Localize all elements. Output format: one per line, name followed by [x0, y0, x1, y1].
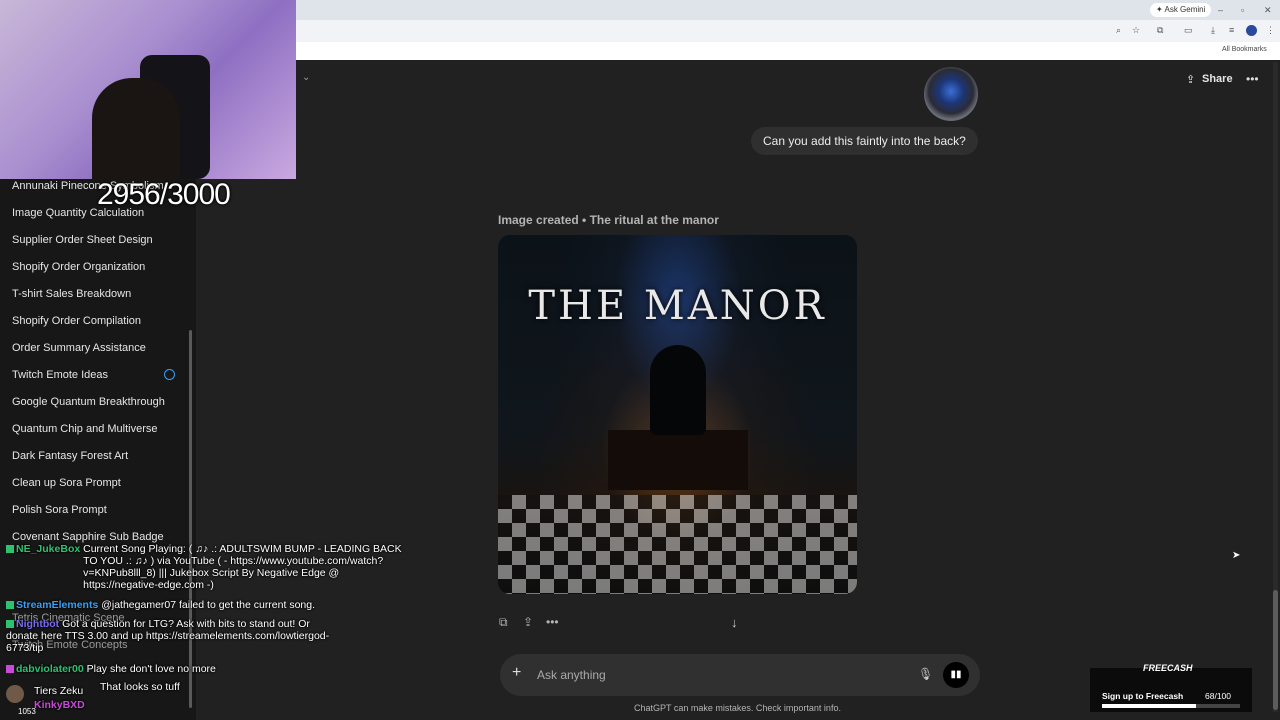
download-icon[interactable]: ⤓ [1211, 25, 1215, 36]
chat-message: dabviolater00 Play she don't love no mor… [6, 663, 216, 675]
chat-badge-icon [6, 545, 14, 554]
mouse-cursor-icon: ➤ [1232, 550, 1241, 561]
chat-username: dabviolater00 [16, 663, 84, 675]
chat-username: KinkyBXD [34, 699, 85, 711]
chat-message: That looks so tuff [100, 681, 180, 693]
composer-input[interactable]: Ask anything [537, 668, 606, 682]
profile-avatar[interactable] [1246, 25, 1257, 36]
share-button[interactable]: Share [1202, 73, 1233, 85]
disclaimer: ChatGPT can make mistakes. Check importa… [634, 703, 841, 713]
chat-text: @jathegamer07 failed to get the current … [101, 599, 316, 611]
chat-extra: Tiers Zeku [34, 685, 84, 697]
freecash-logo: FREECASH [1143, 663, 1193, 673]
chevron-down-icon[interactable]: ⌄ [302, 72, 310, 83]
chrome-menu-icon[interactable]: ⋮ [1266, 25, 1275, 36]
freecash-signup-text: Sign up to Freecash [1102, 691, 1184, 701]
restore-icon[interactable]: ▫ [1241, 3, 1244, 17]
chat-badge-icon [6, 601, 14, 610]
more-options-icon[interactable]: ••• [1246, 72, 1259, 86]
scroll-down-icon[interactable]: ↓ [731, 615, 738, 630]
image-hooded-figure [650, 345, 706, 435]
chat-username: NE_JukeBox [16, 543, 81, 555]
freecash-progress-fill [1102, 704, 1196, 708]
share-image-icon[interactable]: ⇪ [523, 615, 533, 629]
webcam-overlay [0, 0, 296, 179]
sidebar-item-google-quantum[interactable]: Google Quantum Breakthrough [12, 396, 165, 408]
minimize-icon[interactable]: – [1218, 3, 1223, 17]
chat-message: Nightbot Got a question for LTG? Ask wit… [6, 618, 341, 654]
chat-text: That looks so tuff [100, 681, 180, 693]
copy-icon[interactable]: ⧉ [499, 615, 508, 630]
chat-message: NE_JukeBox Current Song Playing: ( ♫♪ .:… [6, 543, 413, 591]
more-actions-icon[interactable]: ••• [546, 615, 559, 629]
loading-spinner-icon [164, 369, 175, 380]
webcam-person [92, 78, 180, 179]
chat-viewer-count: 1053 [18, 707, 36, 716]
sidebar-item-covenant-sapphire[interactable]: Covenant Sapphire Sub Badge [12, 531, 164, 543]
microphone-icon[interactable]: 🎙 [918, 667, 933, 681]
sidebar-item-order-summary[interactable]: Order Summary Assistance [12, 342, 146, 354]
voice-mode-button[interactable]: ▮▮ [943, 662, 969, 688]
chat-text: Play she don't love no more [86, 663, 216, 675]
attached-image-thumbnail[interactable] [924, 67, 978, 121]
chat-username: StreamElements [16, 599, 99, 611]
chat-message: StreamElements @jathegamer07 failed to g… [6, 599, 315, 611]
generated-image[interactable]: THE MANOR [498, 235, 857, 594]
stream-counter: 2956/3000 [97, 178, 231, 211]
image-caption: Image created • The ritual at the manor [498, 213, 719, 227]
sidebar-item-shopify-compilation[interactable]: Shopify Order Compilation [12, 315, 141, 327]
sidebar-item-tshirt-sales[interactable]: T-shirt Sales Breakdown [12, 288, 131, 300]
plus-icon[interactable]: + [512, 664, 521, 682]
split-view-icon[interactable]: ▭ [1184, 25, 1193, 36]
sidebar-item-dark-fantasy[interactable]: Dark Fantasy Forest Art [12, 450, 128, 462]
main-scrollbar-thumb[interactable] [1273, 590, 1278, 710]
freecash-progress-text: 68/100 [1205, 691, 1231, 701]
media-icon[interactable]: ≡ [1229, 25, 1234, 35]
close-icon[interactable]: ✕ [1264, 3, 1272, 17]
ask-gemini-button[interactable]: ✦ Ask Gemini [1150, 3, 1212, 17]
bookmark-star-icon[interactable]: ☆ [1132, 25, 1140, 36]
chat-badge-icon [6, 620, 14, 629]
extensions-icon[interactable]: ⧉ [1157, 25, 1163, 36]
chat-username: Nightbot [16, 618, 60, 630]
sidebar-item-polish-sora[interactable]: Polish Sora Prompt [12, 504, 107, 516]
image-altar [608, 430, 748, 490]
sidebar-item-clean-sora[interactable]: Clean up Sora Prompt [12, 477, 121, 489]
sidebar-item-quantum-chip[interactable]: Quantum Chip and Multiverse [12, 423, 158, 435]
image-floor [498, 495, 857, 594]
sidebar-item-supplier-order[interactable]: Supplier Order Sheet Design [12, 234, 153, 246]
chat-badge-icon [6, 665, 14, 674]
share-icon[interactable]: ⇪ [1186, 73, 1195, 86]
user-message: Can you add this faintly into the back? [751, 127, 978, 155]
all-bookmarks-link[interactable]: All Bookmarks [1222, 44, 1267, 56]
sidebar-item-twitch-emote[interactable]: Twitch Emote Ideas [12, 369, 108, 381]
image-title-text: THE MANOR [528, 283, 827, 329]
chat-avatar [6, 685, 24, 703]
sidebar-item-shopify-organization[interactable]: Shopify Order Organization [12, 261, 145, 273]
zoom-icon[interactable]: ⌕ [1116, 25, 1121, 36]
chat-text: Current Song Playing: ( ♫♪ .: ADULTSWIM … [83, 543, 402, 591]
